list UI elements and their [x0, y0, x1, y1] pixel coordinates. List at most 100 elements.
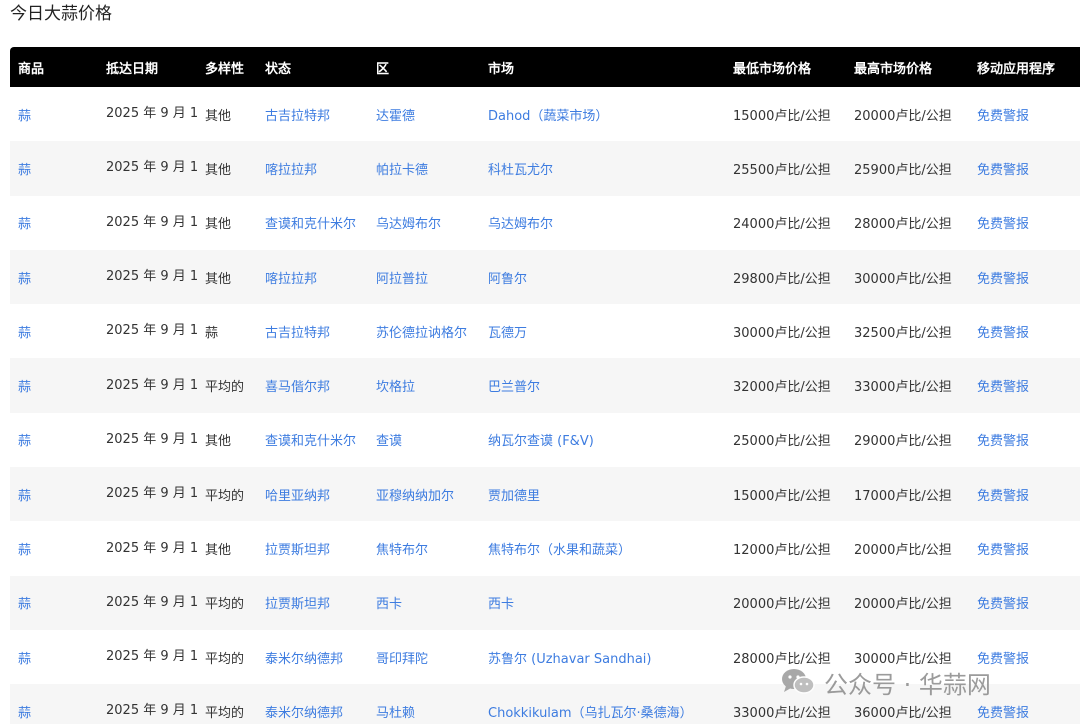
state-link[interactable]: 古吉拉特邦 [257, 87, 368, 141]
header-district: 区 [376, 61, 390, 77]
variety: 其他 [205, 434, 232, 450]
market-link[interactable]: 纳瓦尔查谟 (F&V) [480, 413, 725, 467]
commodity-link[interactable]: 蒜 [10, 467, 98, 521]
district-link[interactable]: 达霍德 [368, 87, 480, 141]
min-price: 15000卢比/公担 [733, 108, 831, 124]
table-row: 蒜 2025 年 9 月 1 日平均的喜马偕尔邦坎格拉巴兰普尔 32000卢比/公担… [10, 358, 1080, 413]
variety: 平均的 [205, 380, 245, 396]
table-row: 蒜 2025 年 9 月 1 日蒜 古吉拉特邦苏伦德拉讷格尔瓦德万 30000卢比/公… [10, 304, 1080, 358]
commodity-link[interactable]: 蒜 [10, 684, 98, 724]
min-price: 20000卢比/公担 [733, 597, 831, 613]
price-table: 商品 抵达日期 多样性 状态 区 市场 最低市场价格 最高市场价格 移动应用程序… [10, 47, 1080, 724]
free-alert-link[interactable]: 免费警报 [969, 358, 1080, 412]
table-row: 蒜2025 年 9 月 1 日其他查谟和克什米尔乌达姆布尔乌达姆布尔24000卢… [10, 196, 1080, 250]
market-link[interactable]: 乌达姆布尔 [480, 196, 725, 250]
district-link[interactable]: 焦特布尔 [368, 521, 480, 575]
district-link[interactable]: 苏伦德拉讷格尔 [368, 304, 480, 358]
min-price: 29800卢比/公担 [733, 271, 831, 287]
market-link[interactable]: 阿鲁尔 [480, 250, 725, 304]
table-row: 蒜 2025 年 9 月 1 日平均的哈里亚纳邦亚穆纳纳加尔贾加德里 15000卢比… [10, 467, 1080, 522]
state-link[interactable]: 喀拉拉邦 [257, 250, 368, 304]
district-link[interactable]: 帕拉卡德 [368, 141, 480, 195]
district-link[interactable]: 马杜赖 [368, 684, 480, 724]
min-price: 30000卢比/公担 [733, 325, 831, 341]
arrival-date: 2025 年 9 月 1 日 [106, 486, 197, 502]
district-link[interactable]: 西卡 [368, 576, 480, 630]
free-alert-link[interactable]: 免费警报 [969, 196, 1080, 250]
table-row: 蒜 2025 年 9 月 1 日其他 喀拉拉邦阿拉普拉阿鲁尔 29800卢比/公担 30… [10, 249, 1080, 305]
commodity-link[interactable]: 蒜 [10, 196, 98, 250]
commodity-link[interactable]: 蒜 [10, 87, 98, 141]
header-min-price: 最低市场价格 [733, 61, 812, 77]
market-link[interactable]: 苏鲁尔 (Uzhavar Sandhai) [480, 630, 725, 684]
header-max-price: 最高市场价格 [854, 61, 933, 77]
district-link[interactable]: 阿拉普拉 [368, 250, 480, 304]
header-state: 状态 [265, 61, 292, 77]
market-link[interactable]: Chokkikulam（乌扎瓦尔·桑德海） [480, 684, 725, 724]
state-link[interactable]: 泰米尔纳德邦 [257, 630, 368, 684]
max-price: 20000卢比/公担 [854, 597, 952, 613]
wechat-icon [780, 667, 816, 697]
commodity-link[interactable]: 蒜 [10, 250, 98, 304]
market-link[interactable]: 科杜瓦尤尔 [480, 141, 725, 195]
market-link[interactable]: 瓦德万 [480, 304, 725, 358]
free-alert-link[interactable]: 免费警报 [969, 87, 1080, 141]
commodity-link[interactable]: 蒜 [10, 630, 98, 684]
market-link[interactable]: 焦特布尔（水果和蔬菜） [480, 521, 725, 575]
arrival-date: 2025 年 9 月 1 日 [106, 214, 197, 230]
free-alert-link[interactable]: 免费警报 [969, 250, 1080, 304]
arrival-date: 2025 年 9 月 1 日 [106, 323, 197, 339]
min-price: 15000卢比/公担 [733, 488, 831, 504]
max-price: 33000卢比/公担 [854, 380, 952, 396]
market-link[interactable]: 巴兰普尔 [480, 358, 725, 412]
state-link[interactable]: 泰米尔纳德邦 [257, 684, 368, 724]
state-link[interactable]: 拉贾斯坦邦 [257, 521, 368, 575]
state-link[interactable]: 哈里亚纳邦 [257, 467, 368, 521]
state-link[interactable]: 古吉拉特邦 [257, 304, 368, 358]
commodity-link[interactable]: 蒜 [10, 576, 98, 630]
district-link[interactable]: 乌达姆布尔 [368, 196, 480, 250]
header-arrival-date: 抵达日期 [106, 61, 159, 77]
max-price: 20000卢比/公担 [854, 108, 952, 124]
free-alert-link[interactable]: 免费警报 [969, 576, 1080, 630]
district-link[interactable]: 查谟 [368, 413, 480, 467]
min-price: 25000卢比/公担 [733, 434, 831, 450]
free-alert-link[interactable]: 免费警报 [969, 304, 1080, 358]
max-price: 25900卢比/公担 [854, 162, 952, 178]
arrival-date: 2025 年 9 月 1 日 [106, 106, 197, 122]
table-row: 蒜 2025 年 9 月 1 日其他 拉贾斯坦邦焦特布尔焦特布尔（水果和蔬菜） 120… [10, 521, 1080, 575]
state-link[interactable]: 查谟和克什米尔 [257, 413, 368, 467]
state-link[interactable]: 拉贾斯坦邦 [257, 576, 368, 630]
free-alert-link[interactable]: 免费警报 [969, 521, 1080, 575]
variety: 蒜 [205, 325, 219, 341]
variety: 其他 [205, 108, 232, 124]
watermark-text: 公众号 · 华蒜网 [824, 670, 991, 699]
free-alert-link[interactable]: 免费警报 [969, 413, 1080, 467]
market-link[interactable]: 西卡 [480, 576, 725, 630]
variety: 平均的 [205, 597, 245, 613]
free-alert-link[interactable]: 免费警报 [969, 141, 1080, 195]
district-link[interactable]: 坎格拉 [368, 358, 480, 412]
district-link[interactable]: 哥印拜陀 [368, 630, 480, 684]
min-price: 32000卢比/公担 [733, 380, 831, 396]
market-link[interactable]: 贾加德里 [480, 467, 725, 521]
commodity-link[interactable]: 蒜 [10, 413, 98, 467]
district-link[interactable]: 亚穆纳纳加尔 [368, 467, 480, 521]
table-row: 蒜 2025 年 9 月 1 日其他 喀拉拉邦帕拉卡德科杜瓦尤尔 25500卢比/公担… [10, 141, 1080, 196]
commodity-link[interactable]: 蒜 [10, 141, 98, 195]
max-price: 30000卢比/公担 [854, 271, 952, 287]
arrival-date: 2025 年 9 月 1 日 [106, 594, 197, 610]
commodity-link[interactable]: 蒜 [10, 304, 98, 358]
table-row: 蒜 2025 年 9 月 1 日其他 古吉拉特邦达霍德Dahod（蔬菜市场） 1500… [10, 87, 1080, 141]
header-variety: 多样性 [205, 61, 245, 77]
state-link[interactable]: 喜马偕尔邦 [257, 358, 368, 412]
arrival-date: 2025 年 9 月 1 日 [106, 269, 197, 285]
commodity-link[interactable]: 蒜 [10, 521, 98, 575]
state-link[interactable]: 喀拉拉邦 [257, 141, 368, 195]
free-alert-link[interactable]: 免费警报 [969, 467, 1080, 521]
max-price: 20000卢比/公担 [854, 543, 952, 559]
state-link[interactable]: 查谟和克什米尔 [257, 196, 368, 250]
commodity-link[interactable]: 蒜 [10, 358, 98, 412]
arrival-date: 2025 年 9 月 1 日 [106, 703, 197, 719]
market-link[interactable]: Dahod（蔬菜市场） [480, 87, 725, 141]
